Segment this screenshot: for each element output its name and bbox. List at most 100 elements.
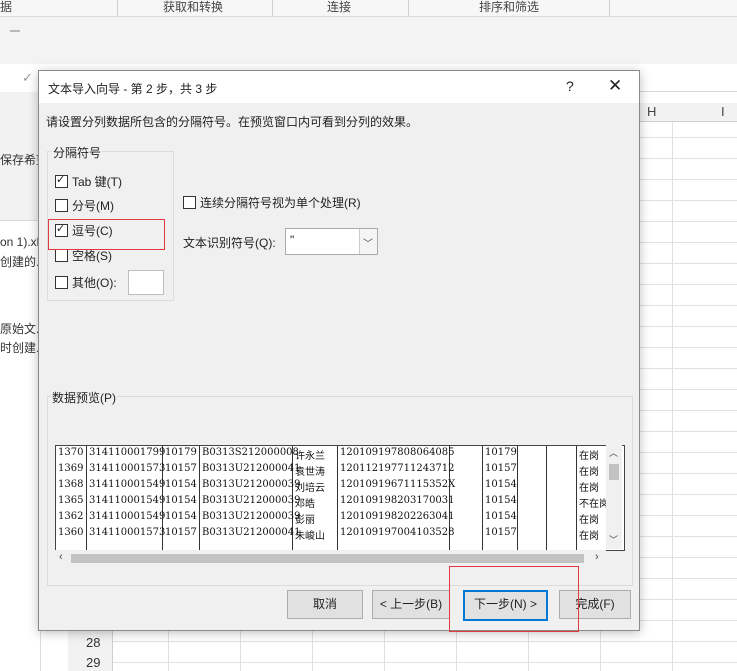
preview-horizontal-scrollbar[interactable]: ‹ › — [55, 550, 606, 566]
preview-cell: 不在岗 — [579, 499, 609, 510]
comma-highlight-box — [48, 219, 165, 250]
check-icon[interactable]: ✓ — [22, 70, 33, 86]
preview-cell: 12010919671115352X — [340, 479, 456, 490]
preview-cell: 1362 — [58, 511, 84, 522]
ribbon-group-labels: 据 获取和转换 连接 排序和筛选 — [0, 0, 737, 17]
preview-cell: 许永兰 — [295, 451, 325, 462]
space-checkbox[interactable] — [55, 249, 68, 262]
preview-horizontal-scroll-thumb[interactable] — [71, 554, 584, 563]
preview-cell: 邓皓 — [295, 499, 315, 510]
preview-cell: B0313U212000039 — [202, 511, 301, 522]
text-qualifier-select[interactable]: " ﹀ — [285, 228, 378, 255]
close-button[interactable]: ✕ — [608, 76, 622, 96]
preview-cell: 在岗 — [579, 451, 599, 462]
preview-column-divider[interactable] — [337, 446, 338, 550]
preview-column-divider[interactable] — [546, 446, 547, 550]
preview-cell: B0313U212000039 — [202, 495, 301, 506]
cancel-button[interactable]: 取消 — [287, 590, 363, 619]
preview-cell: 10157 — [485, 463, 517, 474]
preview-cell: 在岗 — [579, 531, 599, 542]
preview-cell: 朱峻山 — [295, 531, 325, 542]
tab-checkbox[interactable] — [55, 173, 68, 188]
text-qualifier-value: " — [290, 233, 295, 247]
tab-checkbox-label[interactable]: Tab 键(T) — [72, 173, 122, 190]
preview-cell: 10154 — [485, 479, 517, 490]
back-button[interactable]: < 上一步(B) — [372, 590, 450, 619]
preview-column-divider[interactable] — [576, 446, 577, 550]
preview-cell: 120112197711243712 — [340, 463, 455, 474]
preview-cell: 1370 — [58, 447, 84, 458]
preview-cell: 120109198203170031 — [340, 495, 455, 506]
other-delimiter-input[interactable] — [128, 270, 164, 295]
preview-cell: B0313U212000041 — [202, 463, 301, 474]
consecutive-delimiters-checkbox[interactable] — [183, 196, 196, 209]
preview-cell: 在岗 — [579, 483, 599, 494]
preview-cell: 10154 — [165, 511, 197, 522]
preview-cell: 314110001799 — [89, 447, 166, 458]
scroll-up-icon[interactable]: ︿ — [609, 446, 618, 459]
other-checkbox[interactable] — [55, 276, 68, 289]
other-checkbox-label[interactable]: 其他(O): — [72, 274, 117, 291]
preview-column-divider[interactable] — [86, 446, 87, 550]
ribbon-group-connections: 连接 — [327, 0, 352, 14]
preview-cell: 120109197004103528 — [340, 527, 455, 538]
preview-cell: 在岗 — [579, 467, 599, 478]
delimiters-group-label: 分隔符号 — [52, 144, 103, 161]
preview-cell: 10154 — [165, 495, 197, 506]
column-header-i[interactable]: I — [721, 104, 725, 119]
preview-cell: 1369 — [58, 463, 84, 474]
preview-column-divider[interactable] — [482, 446, 483, 550]
consecutive-delimiters-label[interactable]: 连续分隔符号视为单个处理(R) — [200, 194, 361, 211]
column-header-h[interactable]: H — [647, 104, 656, 119]
preview-cell: 10179 — [165, 447, 197, 458]
preview-cell: 10157 — [485, 527, 517, 538]
ribbon-separator — [117, 0, 118, 16]
text-qualifier-label: 文本识别符号(Q): — [183, 236, 276, 250]
text-qualifier-dropdown-button[interactable]: ﹀ — [359, 229, 377, 254]
preview-vertical-scroll-thumb[interactable] — [609, 464, 619, 480]
preview-cell: 10157 — [165, 463, 197, 474]
dialog-title: 文本导入向导 - 第 2 步，共 3 步 — [48, 82, 218, 96]
semicolon-checkbox[interactable] — [55, 199, 68, 212]
preview-cell: 1360 — [58, 527, 84, 538]
preview-column-divider[interactable] — [199, 446, 200, 550]
row-header-28[interactable]: 28 — [86, 635, 100, 650]
ribbon-separator — [408, 0, 409, 16]
ribbon-separator — [609, 0, 610, 16]
preview-column-divider[interactable] — [517, 446, 518, 550]
semicolon-checkbox-label[interactable]: 分号(M) — [72, 197, 114, 214]
preview-cell: 10154 — [165, 479, 197, 490]
preview-cell: 10179 — [485, 447, 517, 458]
instruction-text: 请设置分列数据所包含的分隔符号。在预览窗口内可看到分列的效果。 — [46, 115, 419, 129]
ribbon-group-sort-filter: 排序和筛选 — [479, 0, 540, 14]
ribbon-separator — [272, 0, 273, 16]
preview-cell: 在岗 — [579, 515, 599, 526]
scroll-down-icon[interactable]: ﹀ — [609, 533, 618, 546]
preview-vertical-scrollbar[interactable]: ︿ ﹀ — [606, 445, 622, 549]
preview-cell: 1368 — [58, 479, 84, 490]
data-preview-label: 数据预览(P) — [51, 389, 117, 406]
preview-cell: 10154 — [485, 495, 517, 506]
scroll-left-icon[interactable]: ‹ — [59, 551, 63, 563]
preview-cell: 314110001549 — [89, 511, 166, 522]
preview-cell: 120109197808064085 — [340, 447, 455, 458]
ribbon-group-get-transform: 获取和转换 — [163, 0, 224, 14]
preview-cell: 10154 — [485, 511, 517, 522]
preview-cell: 314110001573 — [89, 463, 166, 474]
preview-cell: 1365 — [58, 495, 84, 506]
text-import-wizard-dialog: 文本导入向导 - 第 2 步，共 3 步 ? ✕ 请设置分列数据所包含的分隔符号… — [38, 70, 640, 631]
ribbon-collapse-icon[interactable] — [10, 30, 20, 32]
help-button[interactable]: ? — [566, 78, 574, 94]
preview-cell: B0313U212000041 — [202, 527, 301, 538]
preview-cell: B0313U212000039 — [202, 479, 301, 490]
preview-cell: 120109198202263041 — [340, 511, 455, 522]
data-preview-box[interactable]: 1370 314110001799 10179 B0313S212000008 许永兰 1… — [55, 445, 625, 551]
preview-cell: B0313S212000008 — [202, 447, 299, 458]
row-header-29[interactable]: 29 — [86, 655, 100, 670]
preview-cell: 314110001549 — [89, 495, 166, 506]
preview-cell: 314110001549 — [89, 479, 166, 490]
preview-cell: 10157 — [165, 527, 197, 538]
dialog-titlebar[interactable]: 文本导入向导 - 第 2 步，共 3 步 ? ✕ — [39, 71, 639, 103]
scroll-right-icon[interactable]: › — [595, 551, 599, 563]
excel-ribbon: 据 获取和转换 连接 排序和筛选 — [0, 0, 737, 65]
